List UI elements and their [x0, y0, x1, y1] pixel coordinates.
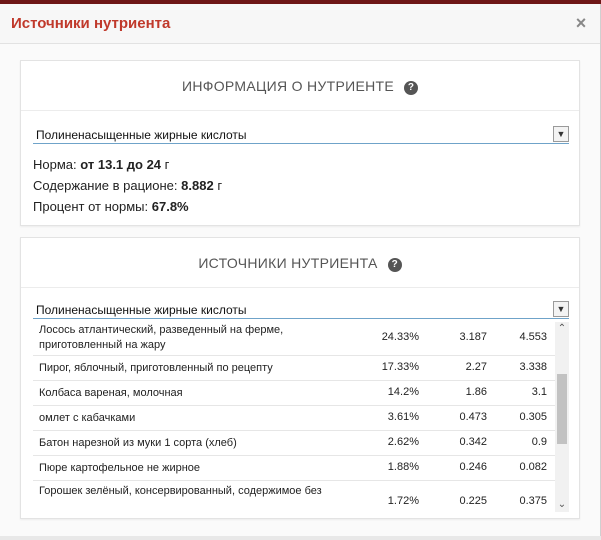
food-amount: 0.342 — [459, 436, 487, 448]
question-circle-icon[interactable]: ? — [403, 81, 418, 95]
table-row[interactable]: омлет с кабачками 3.61% 0.473 0.305 — [33, 406, 555, 431]
food-amount: 0.246 — [459, 461, 487, 473]
food-name: Колбаса вареная, молочная — [39, 387, 183, 399]
food-total: 4.553 — [519, 331, 547, 343]
chevron-down-icon[interactable]: ▼ — [553, 301, 569, 317]
sources-select-value: Полиненасыщенные жирные кислоты — [36, 303, 247, 317]
close-icon[interactable]: × — [572, 13, 590, 33]
content-line: Содержание в рационе: 8.882 г — [33, 178, 222, 193]
nutrient-sources-panel: ИСТОЧНИКИ НУТРИЕНТА? Полиненасыщенные жи… — [20, 237, 580, 519]
scrollbar-thumb[interactable] — [557, 374, 567, 444]
page-background-strip — [0, 536, 601, 540]
food-percent: 2.62% — [387, 436, 419, 448]
food-percent: 24.33% — [381, 331, 419, 343]
food-name: Горошек зелёный, консервированный, содер… — [39, 485, 322, 497]
food-percent: 1.72% — [387, 495, 419, 507]
food-total: 0.305 — [519, 411, 547, 423]
percent-label: Процент от нормы: — [33, 199, 149, 214]
nutrient-info-heading: ИНФОРМАЦИЯ О НУТРИЕНТЕ — [182, 78, 394, 94]
food-percent: 1.88% — [387, 461, 419, 473]
table-row[interactable]: Колбаса вареная, молочная 14.2% 1.86 3.1 — [33, 381, 555, 406]
food-total: 3.1 — [531, 386, 547, 398]
nutrient-sources-heading: ИСТОЧНИКИ НУТРИЕНТА — [198, 255, 378, 271]
food-total: 0.375 — [519, 495, 547, 507]
food-name: Лосось атлантический, разведенный на фер… — [39, 324, 284, 351]
food-amount: 3.187 — [459, 331, 487, 343]
table-scrollbar[interactable]: ⌃ ⌄ — [555, 322, 569, 512]
food-total: 3.338 — [519, 361, 547, 373]
food-amount: 0.473 — [459, 411, 487, 423]
content-label: Содержание в рационе: — [33, 178, 178, 193]
nutrient-info-panel: ИНФОРМАЦИЯ О НУТРИЕНТЕ? Полиненасыщенные… — [20, 60, 580, 226]
table-row[interactable]: Лосось атлантический, разведенный на фер… — [33, 322, 555, 356]
nutrient-select[interactable]: Полиненасыщенные жирные кислоты ▼ — [33, 126, 569, 144]
food-amount: 2.27 — [465, 361, 487, 373]
chevron-down-icon[interactable]: ⌄ — [555, 498, 569, 512]
content-value: 8.882 — [181, 178, 214, 193]
sources-nutrient-select[interactable]: Полиненасыщенные жирные кислоты ▼ — [33, 301, 569, 319]
table-row[interactable]: Горошек зелёный, консервированный, содер… — [33, 481, 555, 512]
food-amount: 1.86 — [465, 386, 487, 398]
question-circle-icon[interactable]: ? — [387, 258, 402, 272]
food-name: Батон нарезной из муки 1 сорта (хлеб) — [39, 437, 237, 449]
nutrient-select-value: Полиненасыщенные жирные кислоты — [36, 128, 247, 142]
norm-unit: г — [164, 157, 170, 172]
percent-value: 67.8% — [151, 199, 189, 214]
modal-title: Источники нутриента — [11, 15, 171, 32]
table-row[interactable]: Батон нарезной из муки 1 сорта (хлеб) 2.… — [33, 431, 555, 456]
norm-line: Норма: от 13.1 до 24 г — [33, 157, 169, 172]
table-row[interactable]: Пюре картофельное не жирное 1.88% 0.246 … — [33, 456, 555, 481]
table-row[interactable]: Пирог, яблочный, приготовленный по рецеп… — [33, 356, 555, 381]
content-unit: г — [217, 178, 223, 193]
percent-line: Процент от нормы: 67.8% — [33, 199, 189, 214]
modal-header: Источники нутриента × — [0, 4, 600, 44]
food-name: Пюре картофельное не жирное — [39, 462, 201, 474]
food-name: Пирог, яблочный, приготовленный по рецеп… — [39, 362, 273, 374]
norm-value: от 13.1 до 24 — [80, 157, 162, 172]
food-name: омлет с кабачками — [39, 412, 136, 424]
nutrient-sources-modal: Источники нутриента × ИНФОРМАЦИЯ О НУТРИ… — [0, 4, 601, 536]
chevron-down-icon[interactable]: ▼ — [553, 126, 569, 142]
panel-heading: ИНФОРМАЦИЯ О НУТРИЕНТЕ? — [21, 61, 579, 111]
chevron-up-icon[interactable]: ⌃ — [555, 322, 569, 336]
norm-label: Норма: — [33, 157, 77, 172]
food-total: 0.082 — [519, 461, 547, 473]
food-percent: 3.61% — [387, 411, 419, 423]
food-percent: 14.2% — [387, 386, 419, 398]
sources-table: Лосось атлантический, разведенный на фер… — [33, 322, 569, 512]
food-total: 0.9 — [531, 436, 547, 448]
food-amount: 0.225 — [459, 495, 487, 507]
panel-heading: ИСТОЧНИКИ НУТРИЕНТА? — [21, 238, 579, 288]
food-percent: 17.33% — [381, 361, 419, 373]
